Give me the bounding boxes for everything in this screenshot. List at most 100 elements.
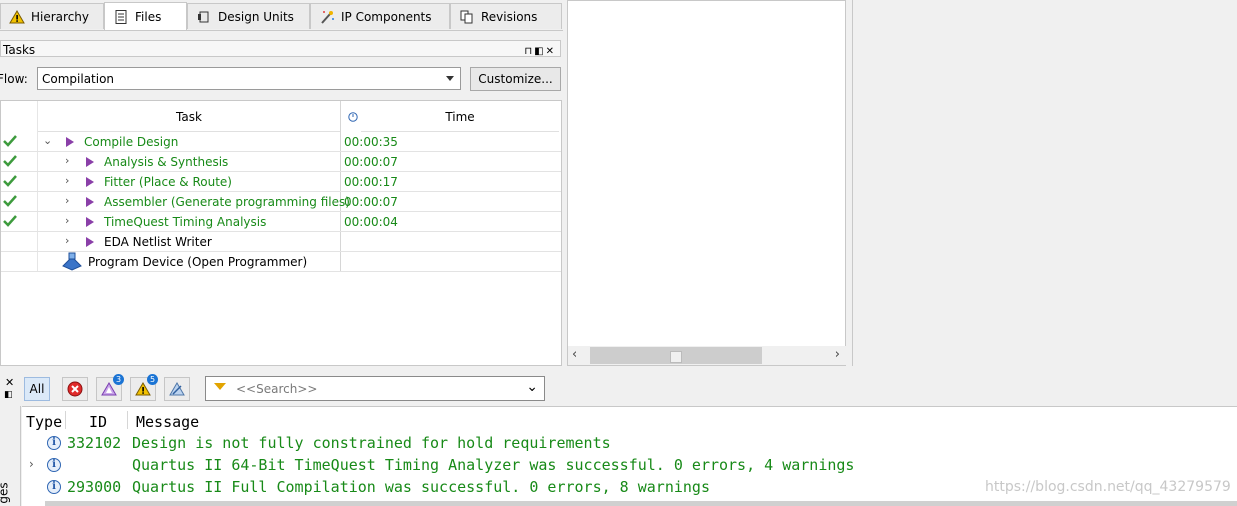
play-icon[interactable] xyxy=(66,137,74,147)
task-row-eda-netlist[interactable]: › EDA Netlist Writer xyxy=(1,232,561,252)
task-time: 00:00:35 xyxy=(344,135,398,149)
task-time: 00:00:04 xyxy=(344,215,398,229)
play-icon[interactable] xyxy=(86,237,94,247)
horizontal-scrollbar[interactable]: ‹ › xyxy=(568,346,846,365)
task-row-program-device[interactable]: Program Device (Open Programmer) xyxy=(1,252,561,272)
checkmark-icon xyxy=(3,135,17,147)
close-icon[interactable]: ✕ xyxy=(546,46,556,57)
message-id: 332102 xyxy=(67,434,122,452)
search-placeholder: <<Search>> xyxy=(236,382,318,396)
expand-chevron-icon[interactable]: › xyxy=(65,174,69,187)
task-row-analysis-synthesis[interactable]: › Analysis & Synthesis 00:00:07 xyxy=(1,152,561,172)
scroll-right-icon[interactable]: › xyxy=(835,347,840,362)
messages-side-strip: ✕ ◧ ges xyxy=(0,374,21,506)
task-row-compile-design[interactable]: ⌄ Compile Design 00:00:35 xyxy=(1,132,561,152)
customize-button[interactable]: Customize... xyxy=(470,67,561,91)
expand-chevron-icon[interactable]: › xyxy=(65,194,69,207)
error-icon xyxy=(67,381,83,397)
expand-chevron-icon[interactable]: › xyxy=(65,154,69,167)
task-time: 00:00:17 xyxy=(344,175,398,189)
column-divider xyxy=(65,411,66,429)
time-column-header[interactable]: Time xyxy=(361,101,559,132)
pin-icon[interactable]: ᅟ⊓ xyxy=(515,46,534,57)
filter-funnel-icon xyxy=(214,383,226,390)
close-icon[interactable]: ✕ xyxy=(5,376,14,389)
tab-label: Hierarchy xyxy=(31,9,90,24)
task-label: Assembler (Generate programming files) xyxy=(104,195,350,209)
tab-ip-components[interactable]: IP Components xyxy=(310,3,450,29)
filter-critical-warnings-button[interactable]: 3 xyxy=(96,374,124,401)
message-text: Quartus II 64-Bit TimeQuest Timing Analy… xyxy=(132,456,855,474)
float-icon[interactable]: ◧ xyxy=(534,46,545,57)
checkmark-icon xyxy=(3,175,17,187)
task-row-fitter[interactable]: › Fitter (Place & Route) 00:00:17 xyxy=(1,172,561,192)
chevron-down-icon[interactable]: ⌄ xyxy=(526,379,538,395)
checkmark-icon xyxy=(3,195,17,207)
info-icon: i xyxy=(47,436,61,450)
expand-chevron-icon[interactable]: › xyxy=(29,457,34,471)
tab-label: Design Units xyxy=(218,9,294,24)
task-row-timequest[interactable]: › TimeQuest Timing Analysis 00:00:04 xyxy=(1,212,561,232)
task-label: Analysis & Synthesis xyxy=(104,155,229,169)
tab-label: Revisions xyxy=(481,9,538,24)
scroll-left-icon[interactable]: ‹ xyxy=(572,347,577,362)
message-horizontal-scrollbar[interactable] xyxy=(45,501,1237,506)
warning-count-badge: 5 xyxy=(147,374,158,385)
tab-hierarchy[interactable]: Hierarchy xyxy=(0,3,104,29)
message-text: Quartus II Full Compilation was successf… xyxy=(132,478,710,496)
task-column-header[interactable]: Task xyxy=(38,101,340,132)
flow-select[interactable]: Compilation xyxy=(37,67,461,90)
message-search-input[interactable]: <<Search>> ⌄ xyxy=(205,376,545,401)
flow-select-value: Compilation xyxy=(42,72,115,86)
tab-revisions[interactable]: Revisions xyxy=(450,3,562,29)
scroll-track[interactable] xyxy=(590,347,762,364)
suppressed-messages-icon xyxy=(169,382,185,396)
filter-errors-button[interactable] xyxy=(62,377,88,401)
tab-design-units[interactable]: Design Units xyxy=(187,3,310,29)
checkmark-icon xyxy=(3,155,17,167)
filter-all-button[interactable]: All xyxy=(24,377,50,401)
play-icon[interactable] xyxy=(86,177,94,187)
ip-components-wand-icon xyxy=(319,9,335,25)
task-row-assembler[interactable]: › Assembler (Generate programming files)… xyxy=(1,192,561,212)
messages-toolbar: All 3 5 xyxy=(20,374,1237,406)
play-icon[interactable] xyxy=(86,217,94,227)
message-text: Design is not fully constrained for hold… xyxy=(132,434,611,452)
info-icon: i xyxy=(47,480,61,494)
clock-icon xyxy=(348,111,358,126)
message-id: 293000 xyxy=(67,478,122,496)
tasks-title: Tasks xyxy=(3,43,36,57)
programmer-icon[interactable] xyxy=(61,252,83,274)
task-time: 00:00:07 xyxy=(344,155,398,169)
critical-warning-count-badge: 3 xyxy=(113,374,124,385)
panel-controls[interactable]: ᅟ⊓◧✕ xyxy=(515,42,556,57)
float-icon[interactable]: ◧ xyxy=(4,390,13,400)
expand-chevron-icon[interactable]: › xyxy=(65,234,69,247)
filter-suppressed-button[interactable] xyxy=(164,377,190,401)
design-units-icon xyxy=(196,9,212,25)
files-icon xyxy=(113,9,129,25)
scroll-thumb[interactable] xyxy=(670,351,682,363)
revisions-icon xyxy=(459,9,475,25)
collapse-chevron-icon[interactable]: ⌄ xyxy=(43,134,52,147)
filter-warnings-button[interactable]: 5 xyxy=(130,374,158,401)
id-column-header[interactable]: ID xyxy=(89,413,107,431)
dropdown-arrow-icon[interactable] xyxy=(446,76,454,81)
play-icon[interactable] xyxy=(86,197,94,207)
play-icon[interactable] xyxy=(86,157,94,167)
tab-bar: Hierarchy Files Design Units IP Componen… xyxy=(0,0,563,31)
tab-files[interactable]: Files xyxy=(104,2,187,30)
message-row[interactable]: i 332102 Design is not fully constrained… xyxy=(22,433,1222,455)
task-label: TimeQuest Timing Analysis xyxy=(104,215,267,229)
message-column-header[interactable]: Message xyxy=(136,413,199,431)
expand-chevron-icon[interactable]: › xyxy=(65,214,69,227)
task-label: Fitter (Place & Route) xyxy=(104,175,232,189)
type-column-header[interactable]: Type xyxy=(26,413,62,431)
message-row[interactable]: › i Quartus II 64-Bit TimeQuest Timing A… xyxy=(22,455,1222,477)
watermark: https://blog.csdn.net/qq_43279579 xyxy=(985,479,1231,495)
right-pane xyxy=(852,0,1237,366)
task-time: 00:00:07 xyxy=(344,195,398,209)
hierarchy-warning-icon xyxy=(9,9,25,25)
checkmark-icon xyxy=(3,215,17,227)
middle-pane xyxy=(567,0,846,366)
